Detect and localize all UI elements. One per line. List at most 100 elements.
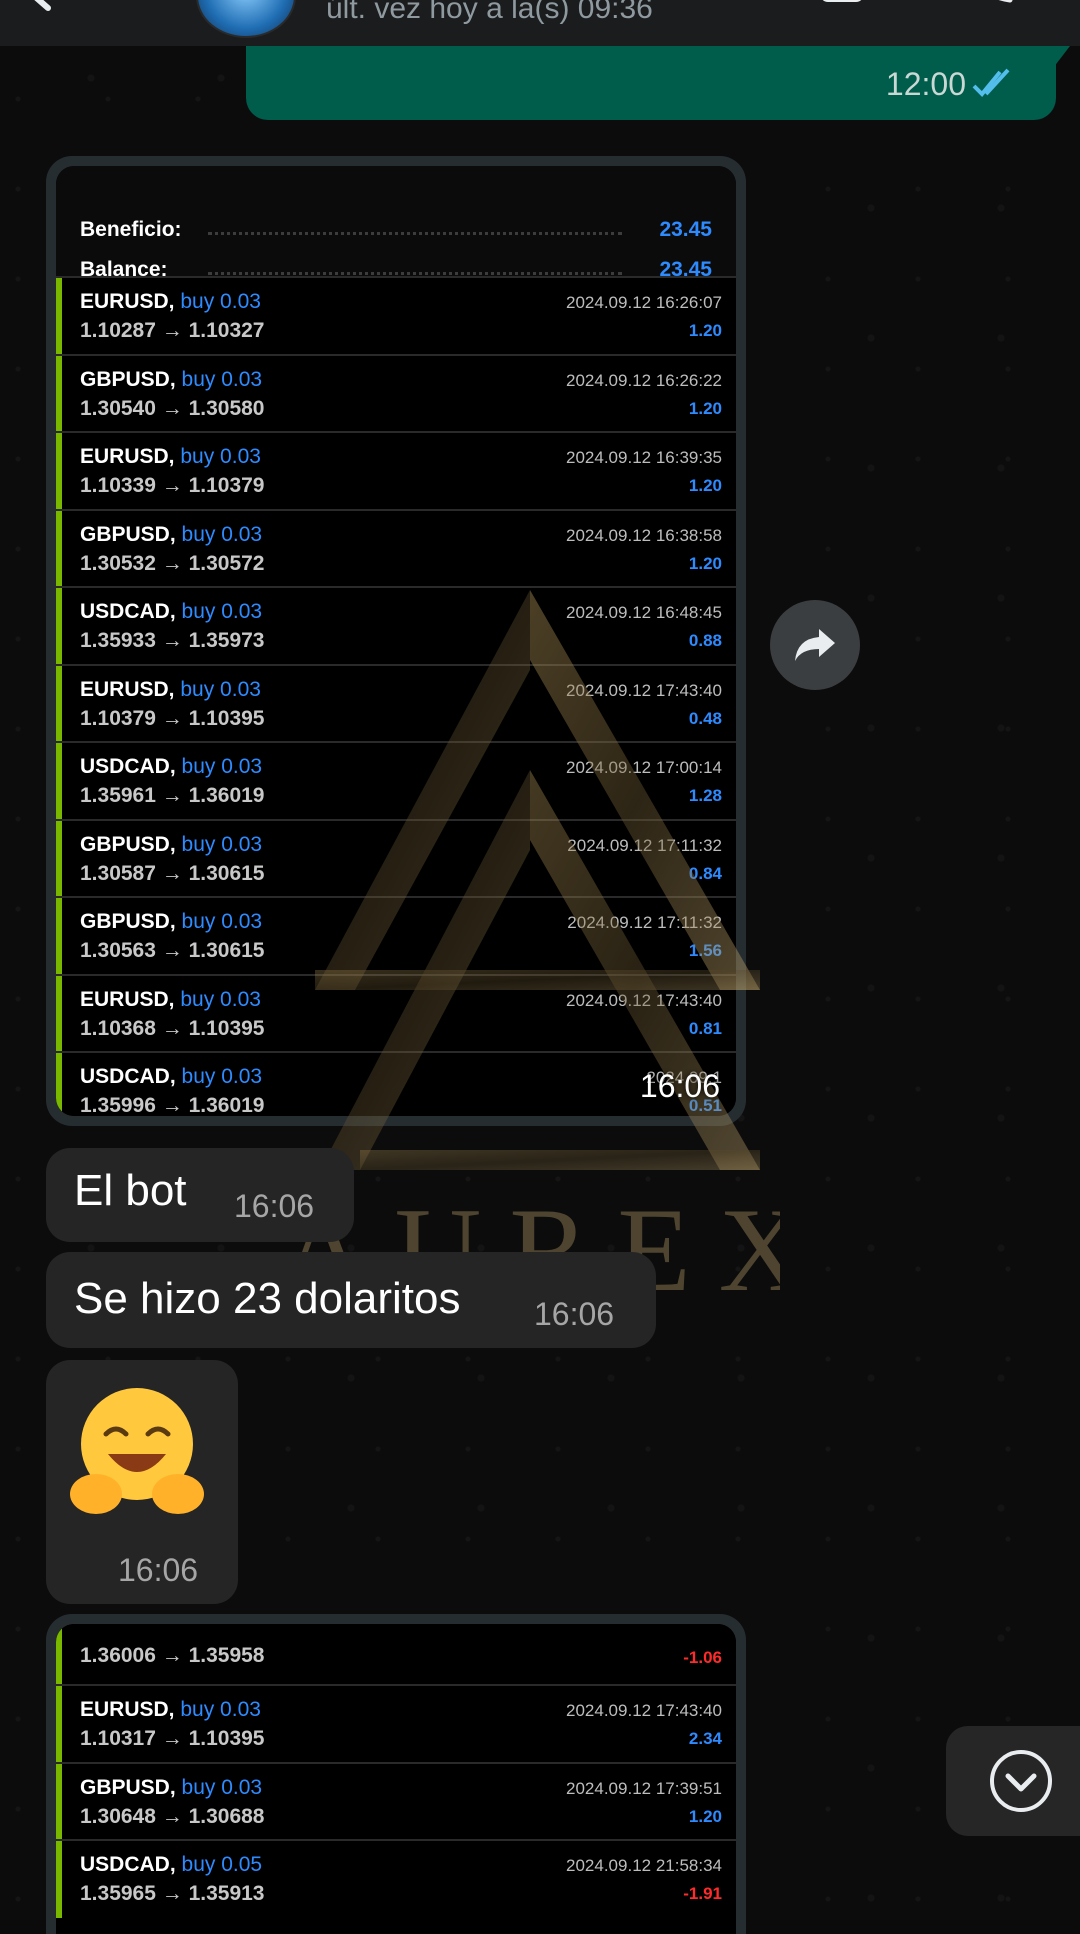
trade-profit: -1.91: [683, 1884, 722, 1903]
image-time: 16:06: [639, 1068, 720, 1104]
trade-profit: 0.88: [688, 631, 722, 650]
contact-avatar[interactable]: [196, 0, 296, 38]
trade-prices: 1.30532 → 1.30572: [80, 551, 265, 575]
trade-profit: 0.84: [688, 863, 722, 883]
trade-side: buy 0.03: [180, 677, 261, 701]
trade-profit: 0.48: [688, 708, 722, 728]
trade-symbol: GBPUSD,: [80, 522, 176, 546]
trade-symbol: GBPUSD,: [80, 367, 176, 391]
trade-side: buy 0.03: [181, 367, 263, 391]
trade-side: buy 0.05: [181, 1853, 263, 1876]
trade-prices: 1.30648 → 1.30688: [80, 1804, 265, 1828]
trade-row: USDCAD, buy 0.05 1.35965 → 1.35913 2024.09…: [56, 1839, 736, 1918]
trade-prices: 1.10339 → 1.10379: [80, 474, 265, 497]
trade-prices: 1.10379 → 1.10395: [80, 706, 265, 730]
trade-symbol: EURUSD,: [80, 987, 175, 1011]
trade-pair: EURUSD, buy 0.03: [80, 678, 261, 702]
account-summary: Beneficio: 23.45 Balance: 23.45: [56, 166, 736, 281]
trade-prices: 1.35996 → 1.36019: [80, 1094, 265, 1116]
trade-date: 2024.09.12 16:26:07: [566, 293, 722, 312]
trade-indicator-bar: [56, 355, 62, 433]
hugging-face-emoji: [70, 1388, 204, 1514]
last-seen-status: últ. vez hoy a la(s) 09:36: [326, 0, 653, 25]
trade-side: buy 0.03: [180, 987, 261, 1011]
emoji-message-bubble[interactable]: 16:06: [46, 1360, 238, 1604]
back-arrow-icon[interactable]: [28, 0, 88, 20]
trade-side: buy 0.03: [181, 1775, 263, 1799]
benefit-row: Beneficio: 23.45: [80, 210, 712, 250]
trade-indicator-bar: [56, 665, 62, 743]
trade-pair: USDCAD, buy 0.03: [80, 755, 262, 779]
trade-profit: 1.20: [688, 553, 722, 573]
trade-row: GBPUSD, buy 0.03 1.30563 → 1.30615 2024.09…: [56, 896, 736, 975]
trade-row: GBPUSD, buy 0.03 1.30648 → 1.30688 2024.09…: [56, 1761, 736, 1841]
outgoing-message-bubble[interactable]: 12:00: [246, 46, 1070, 120]
trade-indicator-bar: [56, 820, 62, 898]
forward-button[interactable]: [770, 600, 860, 690]
trade-profit: 1.56: [688, 941, 722, 960]
trade-row: 1.36006 → 1.35958 -1.06: [56, 1624, 736, 1684]
message-time: 16:06: [534, 1296, 615, 1332]
trade-date: 2024.09.12 17:43:40: [566, 990, 722, 1010]
trading-screenshot[interactable]: Beneficio: 23.45 Balance: 23.45 EURUSD, …: [56, 166, 736, 1116]
trade-pair: GBPUSD, buy 0.03: [80, 1776, 262, 1800]
trade-row: EURUSD, buy 0.03 1.10287 → 1.10327 2024.09…: [56, 276, 736, 355]
bubble-tail: [1050, 46, 1070, 72]
trade-profit: 1.28: [688, 786, 722, 805]
trade-pair: GBPUSD, buy 0.03: [80, 368, 262, 392]
trade-symbol: EURUSD,: [80, 677, 175, 701]
trade-indicator-bar: [56, 1686, 62, 1763]
trade-prices: 1.35933 → 1.35973: [80, 629, 265, 652]
trade-side: buy 0.03: [180, 290, 261, 313]
trade-indicator-bar: [56, 278, 62, 355]
image-message-bubble[interactable]: Beneficio: 23.45 Balance: 23.45 EURUSD, …: [46, 156, 746, 1126]
trade-prices: 1.10368 → 1.10395: [80, 1016, 265, 1040]
message-time: 12:00: [885, 66, 966, 102]
message-time: 16:06: [118, 1552, 199, 1588]
trade-indicator-bar: [56, 433, 62, 510]
trade-date: 2024.09.12 17:43:40: [566, 680, 722, 700]
trade-prices: 1.30540 → 1.30580: [80, 396, 265, 420]
trade-date: 2024.09.12 16:39:35: [566, 448, 722, 467]
trade-pair: USDCAD, buy 0.03: [80, 600, 262, 624]
phone-call-icon[interactable]: [974, 0, 1020, 6]
trade-profit: 1.20: [688, 476, 722, 495]
trade-prices: 1.36006 → 1.35958: [80, 1644, 265, 1667]
trade-pair: USDCAD, buy 0.03: [80, 1065, 262, 1089]
trade-indicator-bar: [56, 510, 62, 588]
scroll-to-bottom-button[interactable]: [946, 1726, 1080, 1836]
trade-pair: GBPUSD, buy 0.03: [80, 833, 262, 857]
trade-pair: EURUSD, buy 0.03: [80, 988, 261, 1012]
incoming-message-bubble[interactable]: Se hizo 23 dolaritos 16:06: [46, 1252, 656, 1348]
trade-row: EURUSD, buy 0.03 1.10317 → 1.10395 2024.09…: [56, 1684, 736, 1763]
trade-row: USDCAD, buy 0.03 1.35933 → 1.35973 2024.09…: [56, 586, 736, 665]
message-text: Se hizo 23 dolaritos: [74, 1274, 461, 1323]
trade-profit: -1.06: [683, 1648, 722, 1667]
trade-date: 2024.09.12 16:48:45: [566, 603, 722, 622]
trade-profit: 0.81: [688, 1018, 722, 1038]
trade-symbol: USDCAD,: [80, 1065, 176, 1088]
trade-symbol: GBPUSD,: [80, 910, 176, 933]
trade-symbol: EURUSD,: [80, 445, 175, 468]
trade-pair: EURUSD, buy 0.03: [80, 290, 261, 314]
chat-header: últ. vez hoy a la(s) 09:36: [0, 0, 1080, 46]
trade-side: buy 0.03: [181, 832, 263, 856]
trade-side: buy 0.03: [181, 600, 263, 623]
forward-arrow-icon: [795, 629, 835, 661]
trade-row: EURUSD, buy 0.03 1.10379 → 1.10395 2024.09…: [56, 663, 736, 743]
trade-row: EURUSD, buy 0.03 1.10368 → 1.10395 2024.09…: [56, 973, 736, 1053]
trade-prices: 1.30587 → 1.30615: [80, 861, 265, 885]
trade-symbol: USDCAD,: [80, 755, 176, 778]
message-text: El bot: [74, 1166, 187, 1215]
trading-screenshot[interactable]: 1.36006 → 1.35958 -1.06 EURUSD, buy 0.03…: [56, 1624, 736, 1934]
video-call-icon[interactable]: [820, 0, 880, 6]
trade-symbol: EURUSD,: [80, 290, 175, 313]
trade-indicator-bar: [56, 1763, 62, 1841]
trade-prices: 1.10317 → 1.10395: [80, 1727, 265, 1750]
image-message-bubble[interactable]: 1.36006 → 1.35958 -1.06 EURUSD, buy 0.03…: [46, 1614, 746, 1934]
trade-pair: GBPUSD, buy 0.03: [80, 523, 262, 547]
trade-side: buy 0.03: [181, 755, 263, 778]
trade-symbol: GBPUSD,: [80, 1775, 176, 1799]
incoming-message-bubble[interactable]: El bot 16:06: [46, 1148, 354, 1242]
trade-side: buy 0.03: [181, 522, 263, 546]
